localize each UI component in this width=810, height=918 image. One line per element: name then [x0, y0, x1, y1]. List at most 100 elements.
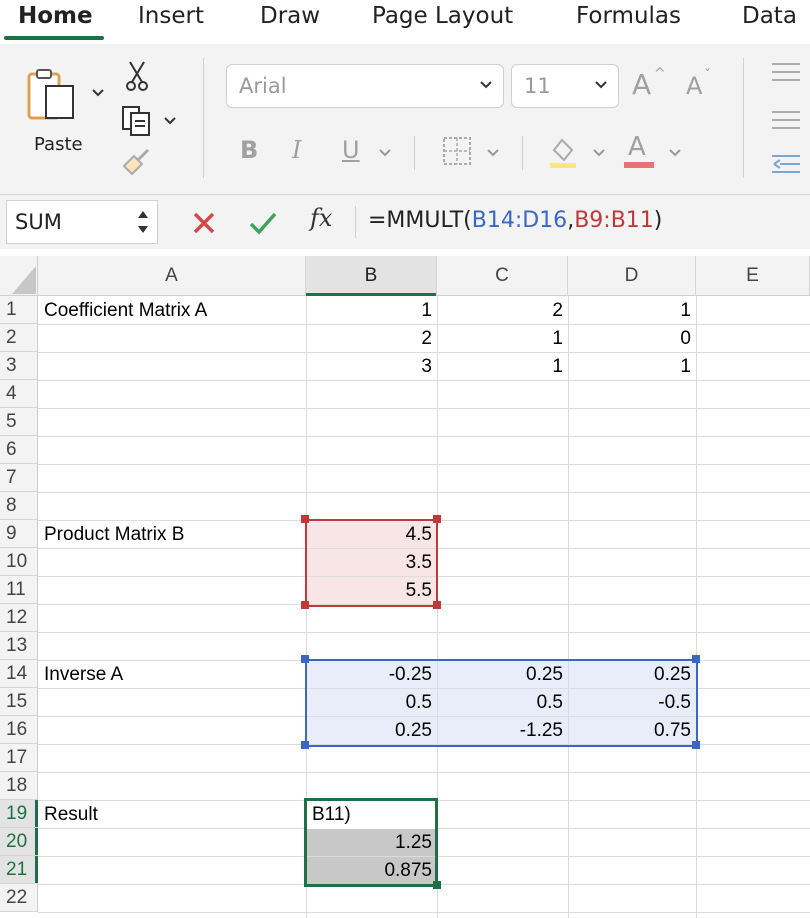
row-header-11[interactable]: 11	[0, 576, 38, 604]
row-header-4[interactable]: 4	[0, 380, 38, 408]
paste-icon[interactable]	[26, 66, 86, 126]
format-painter-icon[interactable]	[120, 146, 154, 176]
fill-color-icon[interactable]	[546, 134, 580, 170]
column-header-a[interactable]: A	[38, 256, 306, 296]
name-box[interactable]: SUM	[6, 200, 158, 244]
tab-data[interactable]: Data	[742, 0, 797, 32]
insert-function-button[interactable]: fx	[310, 204, 332, 232]
paste-dropdown-chevron-icon[interactable]	[91, 86, 105, 100]
underline-dropdown-chevron-icon[interactable]	[378, 146, 392, 160]
cell-d3[interactable]: 1	[568, 353, 696, 381]
row-header-15[interactable]: 15	[0, 688, 38, 716]
row-header-19[interactable]: 19	[0, 800, 38, 828]
column-header-b[interactable]: B	[306, 256, 437, 296]
ribbon-separator	[522, 136, 523, 170]
cell-a1[interactable]: Coefficient Matrix A	[38, 297, 306, 325]
row-header-12[interactable]: 12	[0, 604, 38, 632]
copy-dropdown-chevron-icon[interactable]	[163, 114, 177, 128]
alignment-icon[interactable]	[770, 60, 802, 180]
column-gridline	[568, 296, 569, 918]
cell-c3[interactable]: 1	[437, 353, 568, 381]
row-header-3[interactable]: 3	[0, 352, 38, 380]
range-handle[interactable]	[301, 655, 309, 663]
tab-formulas[interactable]: Formulas	[576, 0, 681, 32]
column-header-c[interactable]: C	[437, 256, 568, 296]
row-gridline	[38, 912, 810, 913]
enter-check-icon[interactable]	[248, 210, 278, 236]
fill-color-dropdown-chevron-icon[interactable]	[592, 146, 606, 160]
borders-dropdown-chevron-icon[interactable]	[486, 146, 500, 160]
column-header-e[interactable]: E	[696, 256, 810, 296]
row-header-1[interactable]: 1	[0, 296, 38, 324]
italic-button[interactable]: I	[292, 136, 301, 164]
cancel-icon[interactable]	[191, 210, 217, 236]
cell-a9[interactable]: Product Matrix B	[38, 521, 306, 549]
cell-c2[interactable]: 1	[437, 325, 568, 353]
row-header-17[interactable]: 17	[0, 744, 38, 772]
row-header-6[interactable]: 6	[0, 436, 38, 464]
row-header-18[interactable]: 18	[0, 772, 38, 800]
decrease-arrow-icon: ˇ	[704, 68, 711, 84]
row-header-10[interactable]: 10	[0, 548, 38, 576]
row-header-7[interactable]: 7	[0, 464, 38, 492]
inverse-range-highlight[interactable]	[305, 659, 698, 747]
ribbon-tabs: Home Insert Draw Page Layout Formulas Da…	[0, 0, 810, 44]
formula-bar-separator	[355, 206, 356, 238]
paste-button-label[interactable]: Paste	[34, 134, 83, 155]
row-header-9[interactable]: 9	[0, 520, 38, 548]
row-header-8[interactable]: 8	[0, 492, 38, 520]
range-handle[interactable]	[692, 741, 700, 749]
row-gridline	[38, 408, 810, 409]
formula-input[interactable]: =MMULT(B14:D16,B9:B11)	[368, 208, 662, 233]
increase-font-size-button[interactable]: A	[632, 68, 651, 101]
row-gridline	[38, 772, 810, 773]
name-box-stepper-icon[interactable]	[135, 205, 151, 239]
column-header-d[interactable]: D	[568, 256, 696, 296]
range-handle[interactable]	[301, 515, 309, 523]
range-handle[interactable]	[433, 601, 441, 609]
fill-handle[interactable]	[433, 881, 441, 889]
decrease-font-size-button[interactable]: A	[686, 72, 702, 100]
product-range-highlight[interactable]	[305, 519, 438, 607]
cell-b1[interactable]: 1	[306, 297, 437, 325]
cell-a19[interactable]: Result	[38, 801, 306, 829]
font-size-select[interactable]: 11	[511, 64, 619, 108]
ribbon-separator	[414, 136, 415, 170]
column-gridline	[696, 296, 697, 918]
active-tab-indicator	[4, 36, 104, 40]
tab-page-layout[interactable]: Page Layout	[372, 0, 513, 32]
tab-draw[interactable]: Draw	[260, 0, 320, 32]
tab-insert[interactable]: Insert	[138, 0, 204, 32]
increase-arrow-icon: ^	[654, 66, 666, 82]
select-all-corner[interactable]	[0, 256, 38, 296]
range-handle[interactable]	[692, 655, 700, 663]
cell-b3[interactable]: 3	[306, 353, 437, 381]
tab-home[interactable]: Home	[18, 0, 93, 32]
row-header-16[interactable]: 16	[0, 716, 38, 744]
copy-icon[interactable]	[120, 104, 154, 138]
cell-d2[interactable]: 0	[568, 325, 696, 353]
font-color-dropdown-chevron-icon[interactable]	[668, 146, 682, 160]
row-header-20[interactable]: 20	[0, 828, 38, 856]
row-header-22[interactable]: 22	[0, 884, 38, 912]
cell-b2[interactable]: 2	[306, 325, 437, 353]
cell-d1[interactable]: 1	[568, 297, 696, 325]
font-color-button[interactable]: A	[628, 132, 646, 162]
active-selection-border[interactable]	[304, 798, 438, 887]
range-handle[interactable]	[301, 741, 309, 749]
row-header-5[interactable]: 5	[0, 408, 38, 436]
cell-a14[interactable]: Inverse A	[38, 661, 306, 689]
borders-icon[interactable]	[442, 136, 472, 166]
range-handle[interactable]	[433, 515, 441, 523]
cell-c1[interactable]: 2	[437, 297, 568, 325]
row-header-14[interactable]: 14	[0, 660, 38, 688]
row-header-13[interactable]: 13	[0, 632, 38, 660]
row-header-2[interactable]: 2	[0, 324, 38, 352]
underline-button[interactable]: U	[342, 136, 360, 164]
cut-icon[interactable]	[124, 60, 150, 92]
formula-suffix: )	[653, 208, 663, 233]
range-handle[interactable]	[301, 601, 309, 609]
row-header-21[interactable]: 21	[0, 856, 38, 884]
font-name-select[interactable]: Arial	[226, 64, 504, 108]
bold-button[interactable]: B	[240, 136, 258, 164]
